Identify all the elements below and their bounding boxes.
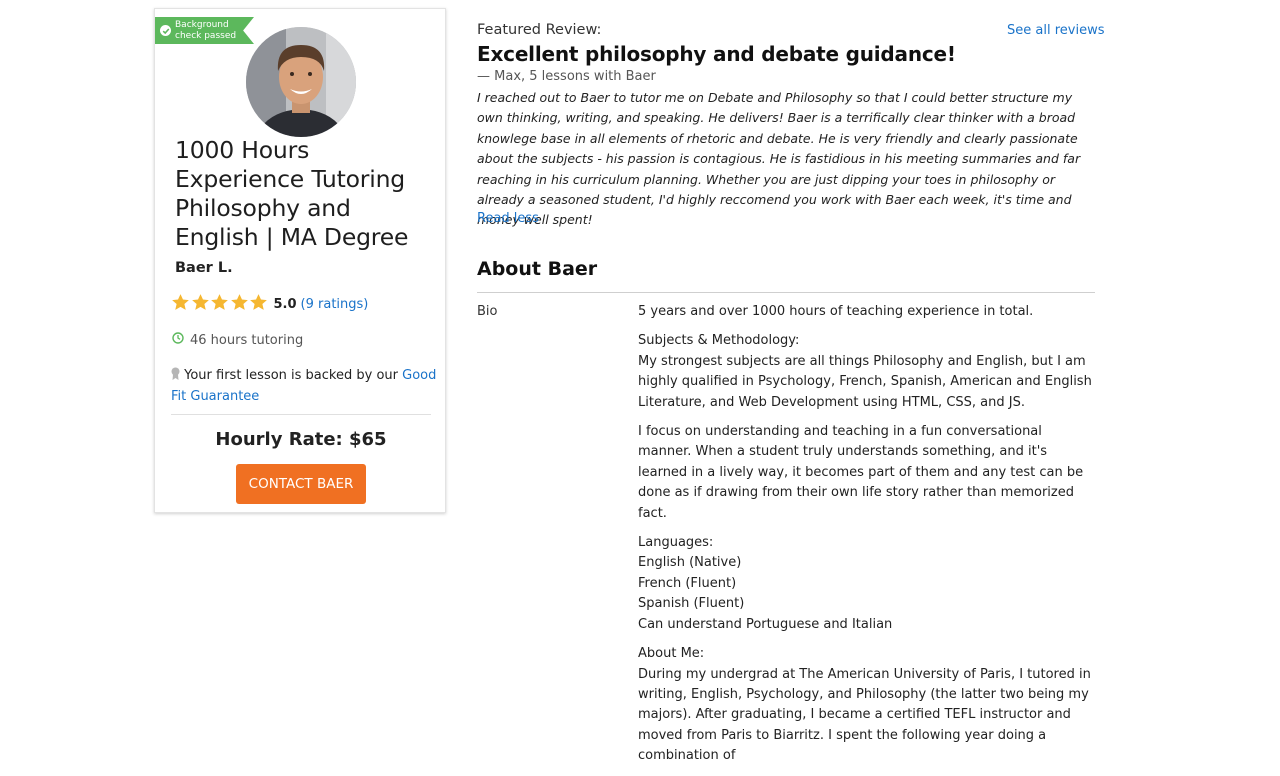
divider <box>477 292 1095 293</box>
review-author: — Max, 5 lessons with Baer <box>477 69 656 84</box>
badge-label: Background check passed <box>175 19 237 41</box>
see-all-reviews-link[interactable]: See all reviews <box>1007 23 1104 38</box>
ratings-count-link[interactable]: (9 ratings) <box>301 297 369 312</box>
bio-paragraph: Languages: English (Native) French (Fluent… <box>638 533 1093 635</box>
bio-paragraph: About Me: During my undergrad at The Amer… <box>638 644 1093 766</box>
hours-label: 46 hours tutoring <box>190 332 304 348</box>
bio-label: Bio <box>477 304 498 319</box>
bio-paragraph: Subjects & Methodology: My strongest subj… <box>638 331 1093 413</box>
rating-value: 5.0 <box>273 297 297 312</box>
bio-line: My strongest subjects are all things Phi… <box>638 353 1092 410</box>
good-fit-guarantee: Your first lesson is backed by our Good … <box>171 366 443 407</box>
profile-headline: 1000 Hours Experience Tutoring Philosoph… <box>175 136 409 251</box>
guarantee-text: Your first lesson is backed by our <box>184 368 398 383</box>
hours-tutoring: 46 hours tutoring <box>172 332 303 348</box>
tutor-name: Baer L. <box>175 260 233 276</box>
star-rating <box>171 293 269 316</box>
bio-line: I focus on understanding and teaching in… <box>638 424 1084 521</box>
bio-line: Spanish (Fluent) <box>638 596 745 612</box>
clock-icon <box>172 332 184 348</box>
check-icon <box>160 25 171 36</box>
bio-paragraph: 5 years and over 1000 hours of teaching … <box>638 302 1093 322</box>
avatar <box>246 27 356 137</box>
bio-line: About Me: <box>638 646 705 662</box>
about-heading: About Baer <box>477 258 598 280</box>
star-icon <box>249 293 269 316</box>
star-icon <box>210 293 230 316</box>
bio-line: Subjects & Methodology: <box>638 333 800 349</box>
review-body: I reached out to Baer to tutor me on Deb… <box>477 90 1081 228</box>
hourly-rate: Hourly Rate: $65 <box>215 429 387 450</box>
divider <box>171 414 431 415</box>
contact-button[interactable]: CONTACT BAER <box>236 464 366 504</box>
bio-text: 5 years and over 1000 hours of teaching … <box>638 302 1093 776</box>
featured-review-label: Featured Review: <box>477 22 602 38</box>
read-less-link[interactable]: Read less <box>477 211 539 226</box>
bio-line: English (Native) <box>638 555 742 571</box>
review-title: Excellent philosophy and debate guidance… <box>477 42 956 66</box>
star-icon <box>171 293 191 316</box>
ribbon-icon <box>171 367 180 387</box>
tutor-profile-card: Background check passed 1000 Hours Exper… <box>154 8 446 513</box>
star-icon <box>230 293 250 316</box>
rating-row: 5.0 (9 ratings) <box>171 293 368 316</box>
star-icon <box>191 293 211 316</box>
bio-line: Languages: <box>638 535 714 551</box>
bio-line: French (Fluent) <box>638 575 737 591</box>
bio-line: During my undergrad at The American Univ… <box>638 666 1091 764</box>
background-check-badge: Background check passed <box>155 17 254 44</box>
bio-line: Can understand Portuguese and Italian <box>638 616 893 632</box>
bio-line: 5 years and over 1000 hours of teaching … <box>638 304 1034 319</box>
bio-paragraph: I focus on understanding and teaching in… <box>638 422 1093 524</box>
